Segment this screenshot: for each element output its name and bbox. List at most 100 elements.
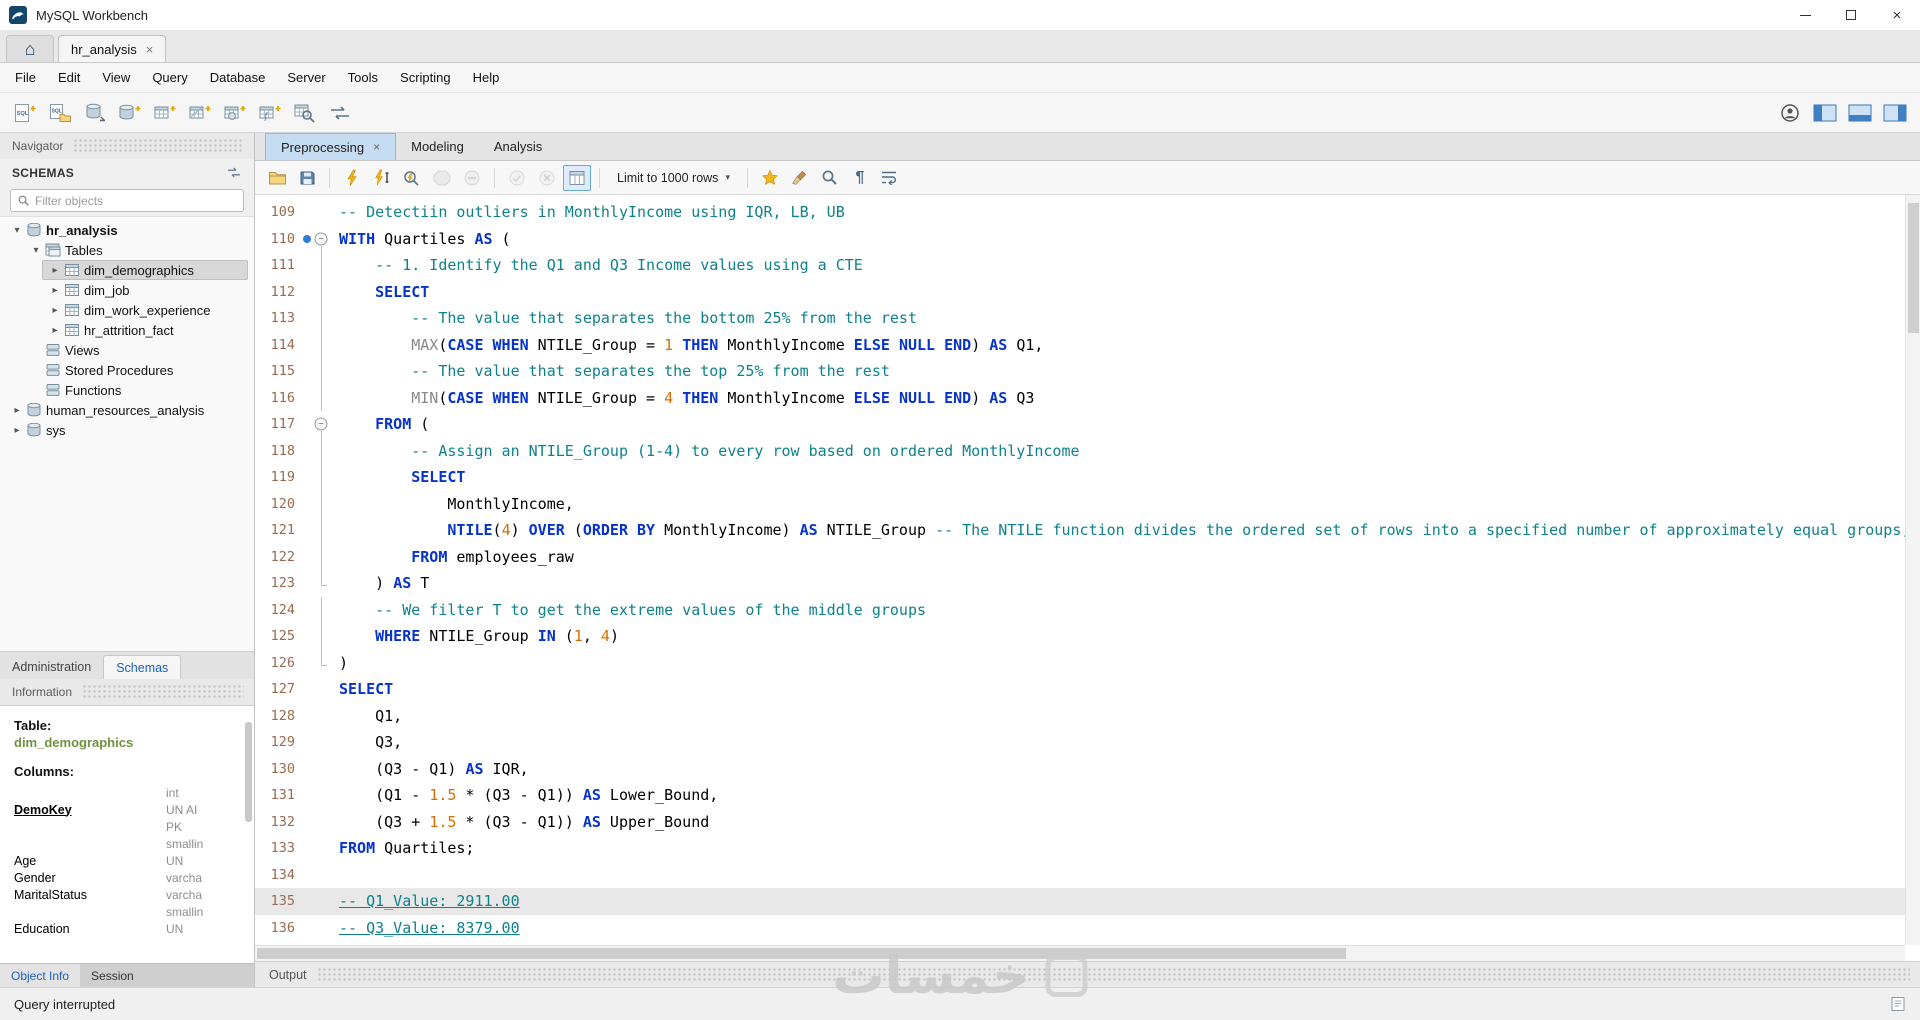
tab-administration[interactable]: Administration	[0, 655, 103, 679]
explain-button[interactable]	[398, 165, 426, 191]
filter-input[interactable]	[35, 193, 237, 208]
menu-query[interactable]: Query	[141, 63, 198, 92]
maximize-button[interactable]	[1828, 0, 1874, 30]
expand-arrow-icon[interactable]: ▸	[48, 285, 62, 296]
code-line-118[interactable]: 118 -- Assign an NTILE_Group (1-4) to ev…	[255, 437, 1905, 465]
save-snippet-button[interactable]	[756, 165, 784, 191]
open-script-button[interactable]	[263, 165, 291, 191]
menu-server[interactable]: Server	[276, 63, 336, 92]
tab-object-info[interactable]: Object Info	[0, 964, 81, 987]
find-button[interactable]	[816, 165, 844, 191]
tree-item-human-resources-analysis[interactable]: ▸ human_resources_analysis	[0, 400, 254, 420]
tree-item-hr-analysis[interactable]: ▾ hr_analysis	[0, 220, 254, 240]
menu-view[interactable]: View	[91, 63, 141, 92]
save-script-button[interactable]	[293, 165, 321, 191]
create-table-icon[interactable]	[150, 99, 180, 127]
code-line-123[interactable]: 123 ) AS T	[255, 570, 1905, 597]
info-scrollbar[interactable]	[245, 712, 252, 957]
expand-arrow-icon[interactable]: ▸	[10, 425, 24, 436]
code-line-109[interactable]: 109 -- Detectiin outliers in MonthlyIncom…	[255, 199, 1905, 226]
search-data-icon[interactable]	[290, 99, 320, 127]
code-line-132[interactable]: 132 (Q3 + 1.5 * (Q3 - Q1)) AS Upper_Boun…	[255, 809, 1905, 836]
menu-help[interactable]: Help	[462, 63, 511, 92]
menu-edit[interactable]: Edit	[47, 63, 91, 92]
code-line-124[interactable]: 124 -- We filter T to get the extreme va…	[255, 596, 1905, 624]
tab-schemas[interactable]: Schemas	[103, 655, 182, 679]
close-button[interactable]: ×	[1874, 0, 1920, 30]
tree-item-views[interactable]: Views	[0, 340, 254, 360]
editor-tab-modeling[interactable]: Modeling	[396, 133, 479, 160]
editor-tab-analysis[interactable]: Analysis	[479, 133, 557, 160]
scrollbar-thumb[interactable]	[1908, 203, 1919, 333]
code-line-130[interactable]: 130 (Q3 - Q1) AS IQR,	[255, 756, 1905, 783]
expand-arrow-icon[interactable]: ▸	[48, 305, 62, 316]
editor-horizontal-scrollbar[interactable]	[255, 945, 1905, 961]
code-line-120[interactable]: 120 MonthlyIncome,	[255, 490, 1905, 518]
create-procedure-icon[interactable]	[220, 99, 250, 127]
execute-current-button[interactable]	[368, 165, 396, 191]
panel-bottom-icon[interactable]	[1845, 99, 1875, 127]
fold-collapse-icon[interactable]	[313, 226, 329, 253]
create-schema-icon[interactable]	[115, 99, 145, 127]
execute-all-button[interactable]	[338, 165, 366, 191]
tree-item-sys[interactable]: ▸ sys	[0, 420, 254, 440]
code-line-121[interactable]: 121 NTILE(4) OVER (ORDER BY MonthlyIncom…	[255, 517, 1905, 544]
collapse-arrow-icon[interactable]: ▾	[10, 225, 24, 236]
code-line-114[interactable]: 114 MAX(CASE WHEN NTILE_Group = 1 THEN M…	[255, 331, 1905, 359]
scrollbar-thumb[interactable]	[257, 948, 1346, 959]
wrap-text-button[interactable]	[876, 165, 904, 191]
open-sql-script-icon[interactable]: SQL	[45, 99, 75, 127]
editor-vertical-scrollbar[interactable]	[1905, 195, 1920, 945]
code-line-129[interactable]: 129 Q3,	[255, 729, 1905, 756]
collapse-arrow-icon[interactable]: ▾	[29, 245, 43, 256]
code-line-136[interactable]: 136 -- Q3_Value: 8379.00	[255, 915, 1905, 942]
expand-arrow-icon[interactable]: ▸	[48, 325, 62, 336]
tree-item-dim-demographics[interactable]: ▸ dim_demographics	[0, 260, 254, 280]
invisible-chars-button[interactable]: ¶	[846, 165, 874, 191]
toggle-stop-on-error-button[interactable]	[458, 165, 486, 191]
tree-item-hr-attrition-fact[interactable]: ▸ hr_attrition_fact	[0, 320, 254, 340]
menu-tools[interactable]: Tools	[337, 63, 389, 92]
fold-collapse-icon[interactable]	[313, 411, 329, 438]
new-query-tab-icon[interactable]: SQL	[10, 99, 40, 127]
tree-item-dim-work-experience[interactable]: ▸ dim_work_experience	[0, 300, 254, 320]
output-header[interactable]: Output	[255, 961, 1920, 987]
code-line-135[interactable]: 135 -- Q1_Value: 2911.00	[255, 888, 1905, 915]
code-line-112[interactable]: 112 SELECT	[255, 278, 1905, 306]
tree-item-dim-job[interactable]: ▸ dim_job	[0, 280, 254, 300]
commit-button[interactable]	[503, 165, 531, 191]
code-line-113[interactable]: 113 -- The value that separates the bott…	[255, 305, 1905, 332]
sql-editor[interactable]: 109 -- Detectiin outliers in MonthlyIncom…	[255, 195, 1920, 945]
menu-scripting[interactable]: Scripting	[389, 63, 462, 92]
editor-tab-preprocessing[interactable]: Preprocessing ×	[265, 133, 397, 160]
filter-box[interactable]	[10, 189, 244, 212]
connect-db-icon[interactable]	[80, 99, 110, 127]
code-line-122[interactable]: 122 FROM employees_raw	[255, 543, 1905, 571]
code-line-117[interactable]: 117 FROM (	[255, 411, 1905, 438]
tree-item-functions[interactable]: Functions	[0, 380, 254, 400]
code-line-110[interactable]: 110 WITH Quartiles AS (	[255, 226, 1905, 253]
tree-item-tables[interactable]: ▾ Tables	[0, 240, 254, 260]
code-line-134[interactable]: 134	[255, 862, 1905, 889]
reload-schemas-icon[interactable]	[226, 166, 242, 179]
code-line-111[interactable]: 111 -- 1. Identify the Q1 and Q3 Income …	[255, 252, 1905, 279]
code-line-115[interactable]: 115 -- The value that separates the top …	[255, 358, 1905, 385]
code-line-119[interactable]: 119 SELECT	[255, 464, 1905, 491]
close-tab-icon[interactable]: ×	[146, 42, 154, 57]
close-tab-icon[interactable]: ×	[373, 140, 380, 154]
scrollbar-thumb[interactable]	[245, 722, 252, 822]
limit-rows-dropdown[interactable]: Limit to 1000 rows ▾	[608, 171, 739, 185]
beautify-button[interactable]	[786, 165, 814, 191]
migration-icon[interactable]	[325, 99, 355, 127]
create-function-icon[interactable]: f	[255, 99, 285, 127]
output-toggle-icon[interactable]	[1890, 996, 1906, 1012]
stop-button[interactable]	[428, 165, 456, 191]
menu-database[interactable]: Database	[199, 63, 277, 92]
rollback-button[interactable]	[533, 165, 561, 191]
minimize-button[interactable]	[1782, 0, 1828, 30]
code-line-126[interactable]: 126)	[255, 649, 1905, 677]
code-line-131[interactable]: 131 (Q1 - 1.5 * (Q3 - Q1)) AS Lower_Boun…	[255, 782, 1905, 809]
code-line-116[interactable]: 116 MIN(CASE WHEN NTILE_Group = 4 THEN M…	[255, 384, 1905, 412]
tree-item-stored-procedures[interactable]: Stored Procedures	[0, 360, 254, 380]
connection-tab[interactable]: hr_analysis ×	[58, 35, 167, 62]
